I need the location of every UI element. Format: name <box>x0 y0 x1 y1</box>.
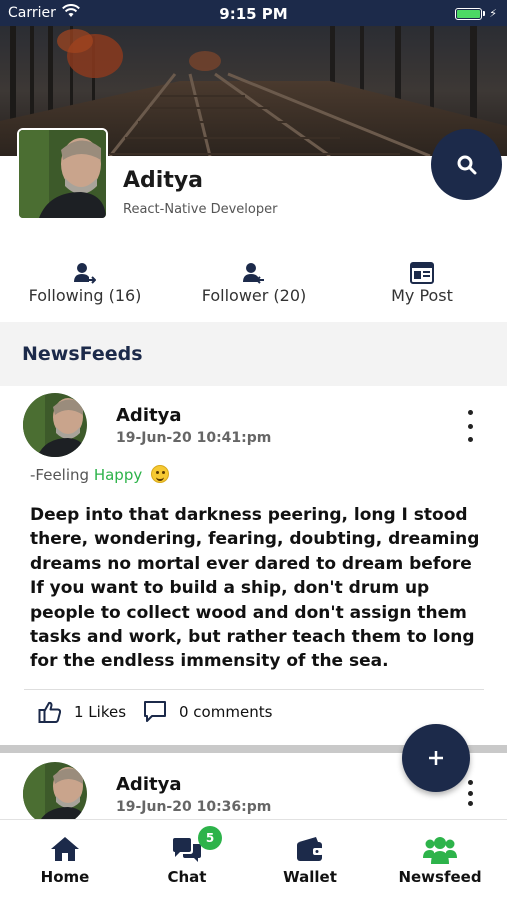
profile-name: Aditya <box>123 168 204 193</box>
newsfeeds-section: NewsFeeds <box>0 322 507 386</box>
following-label: Following (16) <box>28 286 142 305</box>
battery-icon: ⚡ <box>455 7 497 20</box>
search-icon <box>457 155 476 174</box>
post-avatar[interactable] <box>23 762 87 826</box>
comment-icon <box>144 701 166 722</box>
more-options-icon[interactable] <box>460 410 480 442</box>
profile-avatar[interactable] <box>17 128 108 220</box>
user-arrow-icon <box>0 260 170 284</box>
following-button[interactable]: Following (16) <box>0 260 170 305</box>
post-timestamp: 19-Jun-20 10:41:pm <box>116 430 272 446</box>
chat-icon <box>125 836 249 864</box>
post-author[interactable]: Aditya <box>116 774 181 795</box>
users-icon <box>378 836 502 864</box>
status-bar: Carrier 9:15 PM ⚡ <box>0 0 507 26</box>
tab-wallet[interactable]: Wallet <box>248 820 372 900</box>
add-post-button[interactable] <box>402 724 470 792</box>
post-timestamp: 19-Jun-20 10:36:pm <box>116 799 272 815</box>
follower-label: Follower (20) <box>201 286 307 305</box>
post-body: Deep into that darkness peering, long I … <box>30 503 480 674</box>
profile-role: React-Native Developer <box>123 202 278 217</box>
tab-label: Chat <box>167 868 207 886</box>
thumbs-up-icon <box>38 701 62 723</box>
my-post-button[interactable]: My Post <box>337 260 507 305</box>
home-icon <box>3 836 127 864</box>
follower-button[interactable]: Follower (20) <box>169 260 339 305</box>
feeling-mood: Happy <box>93 466 143 484</box>
feeling-prefix: -Feeling <box>30 466 90 484</box>
smiley-icon <box>151 465 170 483</box>
chat-badge: 5 <box>198 826 222 850</box>
likes-count: 1 Likes <box>74 703 127 721</box>
post-feeling: -Feeling Happy <box>30 465 170 484</box>
tab-label: Home <box>40 868 90 886</box>
like-button[interactable]: 1 Likes <box>38 700 126 724</box>
wallet-icon <box>248 836 372 864</box>
status-time: 9:15 PM <box>219 5 288 23</box>
tab-home[interactable]: Home <box>3 820 127 900</box>
my-post-label: My Post <box>391 286 453 305</box>
charging-icon: ⚡ <box>489 7 497 20</box>
plus-icon <box>429 751 443 765</box>
post-text-line: If you want to build a ship, don't drum … <box>30 578 475 672</box>
section-title: NewsFeeds <box>22 343 143 365</box>
post-author[interactable]: Aditya <box>116 405 181 426</box>
newspaper-icon <box>337 260 507 284</box>
post-text-line: Deep into that darkness peering, long I … <box>30 505 480 574</box>
divider <box>24 689 484 690</box>
comments-count: 0 comments <box>179 703 273 721</box>
tab-chat[interactable]: 5 Chat <box>125 820 249 900</box>
tab-label: Newsfeed <box>398 868 482 886</box>
tab-newsfeed[interactable]: Newsfeed <box>378 820 502 900</box>
tab-label: Wallet <box>283 868 337 886</box>
bottom-tab-bar: Home 5 Chat Wallet Newsfeed <box>0 819 507 900</box>
search-button[interactable] <box>431 129 502 200</box>
comment-button[interactable]: 0 comments <box>143 700 272 724</box>
more-options-icon[interactable] <box>460 780 480 806</box>
post-avatar[interactable] <box>23 393 87 457</box>
user-arrow-icon <box>169 260 339 284</box>
